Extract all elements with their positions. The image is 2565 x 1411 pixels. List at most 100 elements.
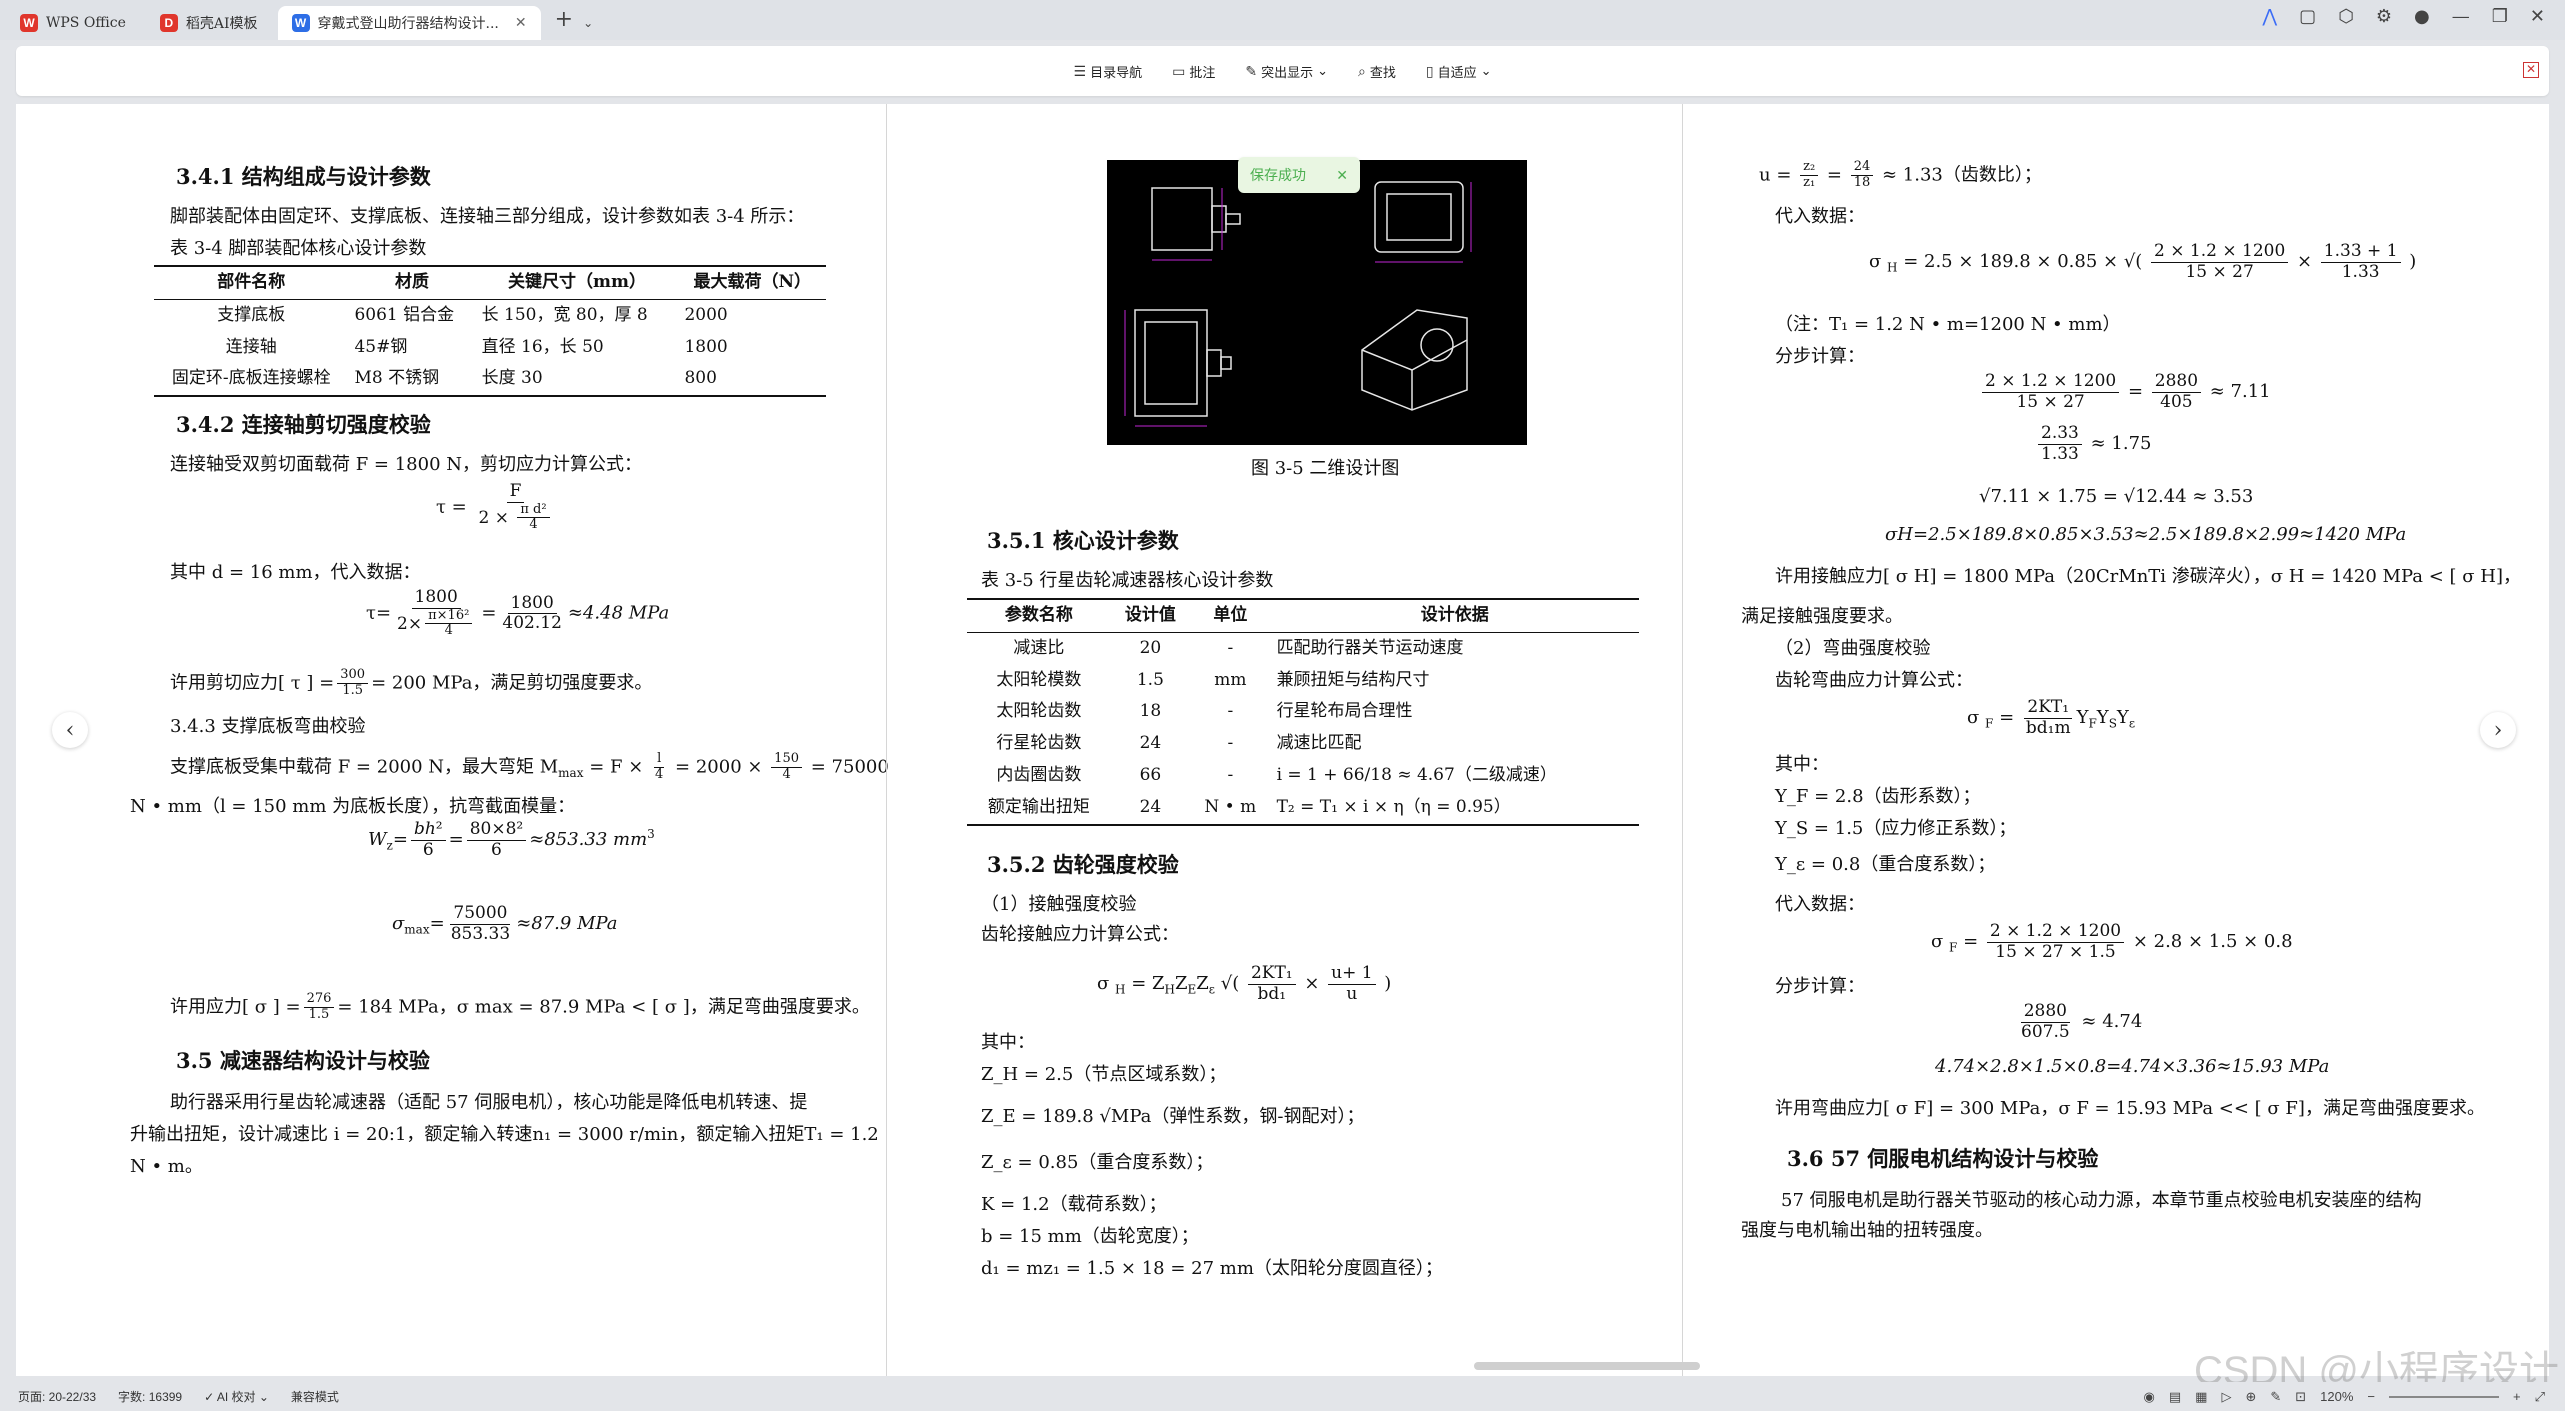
close-tab-icon[interactable]: ✕	[515, 15, 527, 31]
table-header: 参数名称	[967, 597, 1111, 633]
table-row: 太阳轮齿数 18 - 行星轮布局合理性	[996, 701, 1413, 722]
cube-icon[interactable]: ⬡	[2338, 6, 2354, 27]
horizontal-scrollbar[interactable]	[1474, 1362, 1700, 1370]
paragraph: 代入数据：	[1775, 206, 1865, 227]
tab-wps-office[interactable]: W WPS Office	[6, 6, 140, 40]
heading-3-4-2: 3.4.2 连接轴剪切强度校验	[176, 412, 431, 437]
minimize-icon[interactable]: —	[2452, 6, 2470, 27]
page-indicator[interactable]: 页面: 20-22/33	[18, 1388, 96, 1405]
ai-icon[interactable]: ⋀	[2262, 6, 2277, 27]
paragraph: 分步计算：	[1775, 976, 1865, 997]
reading-toolbar: ☰ 目录导航 ▭ 批注 ✎ 突出显示 ⌄ ⌕ 查找 ▯ 自适应 ⌄ ✕	[16, 46, 2549, 96]
paragraph: 代入数据：	[1775, 894, 1865, 915]
tab-template[interactable]: D 稻壳AI模板	[146, 6, 272, 40]
params-table-3-4: 部件名称 材质 关键尺寸（mm） 最大载荷（N） 支撑底板 6061 铝合金 长…	[154, 264, 826, 398]
page-column-3: u = z₂ z₁ = 24 18 ≈ 1.33（齿数比）； 代入数据： σ H =…	[1682, 104, 2549, 1376]
figure-caption: 图 3-5 二维设计图	[1251, 458, 1400, 479]
toc-button[interactable]: ☰ 目录导航	[1074, 62, 1143, 81]
page-view-icon[interactable]: ▤	[2169, 1389, 2181, 1405]
window-icon[interactable]: ▢	[2299, 6, 2316, 27]
outline-icon[interactable]: ▦	[2195, 1389, 2207, 1405]
paragraph: 齿轮接触应力计算公式：	[981, 924, 1179, 945]
paragraph: b = 15 mm（齿轮宽度）；	[981, 1226, 1199, 1247]
table-row: 减速比 20 - 匹配助行器关节运动速度	[1013, 637, 1464, 658]
web-icon[interactable]: ⊕	[2245, 1389, 2256, 1405]
calc-step-6: 4.74×2.8×1.5×0.8=4.74×3.36≈15.93 MPa	[1935, 1056, 2330, 1077]
table-row: 行星轮齿数 24 - 减速比匹配	[996, 733, 1362, 754]
ai-proofread-button[interactable]: ✓ AI 校对 ⌄	[204, 1388, 269, 1405]
close-window-icon[interactable]: ✕	[2530, 6, 2545, 27]
title-bar: W WPS Office D 稻壳AI模板 W 穿戴式登山助行器结构设计... …	[0, 0, 2565, 40]
table-header: 材质	[348, 264, 476, 300]
zoom-out-button[interactable]: −	[2367, 1389, 2375, 1404]
paragraph: 57 伺服电机是助行器关节驱动的核心动力源，本章节重点校验电机安装座的结构	[1781, 1190, 2422, 1211]
zoom-slider[interactable]	[2389, 1395, 2499, 1398]
edit-icon[interactable]: ✎	[2270, 1389, 2281, 1405]
paragraph: Z_H = 2.5（节点区域系数）；	[981, 1064, 1227, 1085]
wps-logo-icon: W	[20, 14, 38, 32]
eye-icon[interactable]: ◉	[2144, 1389, 2155, 1405]
table-header: 关键尺寸（mm）	[475, 264, 679, 300]
heading-3-5-2: 3.5.2 齿轮强度校验	[987, 852, 1179, 877]
heading-3-5-1: 3.5.1 核心设计参数	[987, 528, 1179, 553]
bending-calc: σ F = 2 × 1.2 × 1200 15 × 27 × 1.5 × 2.8 …	[1931, 921, 2293, 962]
restore-icon[interactable]: ❐	[2492, 6, 2508, 27]
calc-step-4: σH=2.5×189.8×0.85×3.53≈2.5×189.8×2.99≈14…	[1885, 524, 2407, 545]
fit-icon[interactable]: ⊡	[2295, 1389, 2306, 1405]
table-row: 支撑底板 6061 铝合金 长 150，宽 80，厚 8 2000	[217, 304, 728, 325]
find-button[interactable]: ⌕ 查找	[1358, 62, 1396, 81]
table-row: 内齿圈齿数 66 - i = 1 + 66/18 ≈ 4.67（二级减速）	[996, 764, 1557, 785]
pen-icon: ✎	[1245, 62, 1258, 79]
comment-icon: ▭	[1172, 62, 1186, 79]
word-count[interactable]: 字数: 16399	[118, 1388, 182, 1405]
window-controls: ⋀ ▢ ⬡ ⚙ ● — ❐ ✕	[2262, 6, 2545, 27]
paragraph: Y_S = 1.5（应力修正系数）；	[1775, 818, 2017, 839]
avatar-icon[interactable]: ●	[2414, 6, 2430, 27]
paragraph: K = 1.2（载荷系数）；	[981, 1194, 1167, 1215]
prev-page-button[interactable]: ‹	[52, 712, 88, 748]
shear-formula: τ = F2 × π d² 4	[436, 481, 559, 533]
shear-calc: τ= 1800 2× π×16² 4 = 1800 402.12 ≈4.48 MPa	[366, 587, 670, 639]
allow-bend-text: 许用应力[ σ ] = 276 1.5 = 184 MPa，σ max = 87.9 …	[170, 991, 870, 1022]
paragraph: 齿轮弯曲应力计算公式：	[1775, 670, 1973, 691]
play-icon[interactable]: ▷	[2221, 1389, 2231, 1405]
annotate-button[interactable]: ▭ 批注	[1172, 62, 1215, 81]
writer-logo-icon: W	[291, 14, 310, 32]
calc-step-1: 2 × 1.2 × 1200 15 × 27 = 2880 405 ≈ 7.11	[1979, 371, 2271, 412]
paragraph: 其中：	[981, 1032, 1035, 1053]
zoom-in-button[interactable]: +	[2513, 1389, 2521, 1404]
params-table-3-5: 参数名称 设计值 单位 设计依据 减速比 20 - 匹配助行器关节运动速度 太阳…	[967, 597, 1639, 826]
heading-3-6: 3.6 57 伺服电机结构设计与校验	[1787, 1146, 2099, 1171]
settings-icon[interactable]: ⚙	[2376, 6, 2392, 27]
tab-document[interactable]: W 穿戴式登山助行器结构设计... ✕	[277, 6, 541, 40]
table-row: 连接轴 45#钢 直径 16，长 50 1800	[225, 336, 728, 357]
paragraph: 强度与电机输出轴的扭转强度。	[1741, 1220, 1993, 1241]
paragraph: 许用接触应力[ σ H] = 1800 MPa（20CrMnTi 渗碳淬火），σ…	[1775, 566, 2522, 587]
ai-icon: ✓	[204, 1390, 217, 1404]
exit-reading-icon[interactable]: ✕	[2523, 62, 2539, 78]
adapt-button[interactable]: ▯ 自适应 ⌄	[1426, 62, 1492, 81]
chevron-down-icon[interactable]: ⌄	[583, 16, 593, 30]
calc-step-2: 2.33 1.33 ≈ 1.75	[2035, 423, 2151, 464]
table-header: 设计依据	[1270, 597, 1639, 633]
highlight-button[interactable]: ✎ 突出显示 ⌄	[1245, 62, 1328, 81]
calc-step-5: 2880 607.5 ≈ 4.74	[2020, 1001, 2143, 1042]
contact-formula: σ H = ZHZEZε √( 2KT₁ bd₁ × u+ 1u )	[1097, 963, 1392, 1004]
paragraph: N • mm（l = 150 mm 为底板长度），抗弯截面模量：	[130, 796, 576, 817]
paragraph: （1）接触强度校验	[981, 894, 1137, 915]
next-page-button[interactable]: ›	[2480, 712, 2516, 748]
design-drawing-image	[1107, 160, 1527, 445]
new-tab-button[interactable]: +	[555, 7, 573, 32]
table-row: 太阳轮模数 1.5 mm 兼顾扭矩与结构尺寸	[996, 669, 1430, 690]
close-icon[interactable]: ✕	[1336, 167, 1348, 184]
paragraph: （注：T₁ = 1.2 N • m=1200 N • mm）	[1775, 314, 2121, 335]
bend-text: 支撑底板受集中载荷 F = 2000 N，最大弯矩 Mmax = F × l4 …	[170, 751, 889, 782]
template-logo-icon: D	[159, 14, 178, 32]
fullscreen-icon[interactable]: ⤢	[2535, 1389, 2545, 1405]
chevron-down-icon: ⌄	[1317, 63, 1328, 78]
zoom-level[interactable]: 120%	[2320, 1389, 2353, 1404]
paragraph: d₁ = mz₁ = 1.5 × 18 = 27 mm（太阳轮分度圆直径）；	[981, 1258, 1443, 1279]
table-row: 固定环-底板连接螺栓 M8 不锈钢 长度 30 800	[154, 363, 826, 398]
paragraph: 满足接触强度要求。	[1741, 606, 1903, 627]
chevron-left-icon: ‹	[65, 717, 75, 743]
